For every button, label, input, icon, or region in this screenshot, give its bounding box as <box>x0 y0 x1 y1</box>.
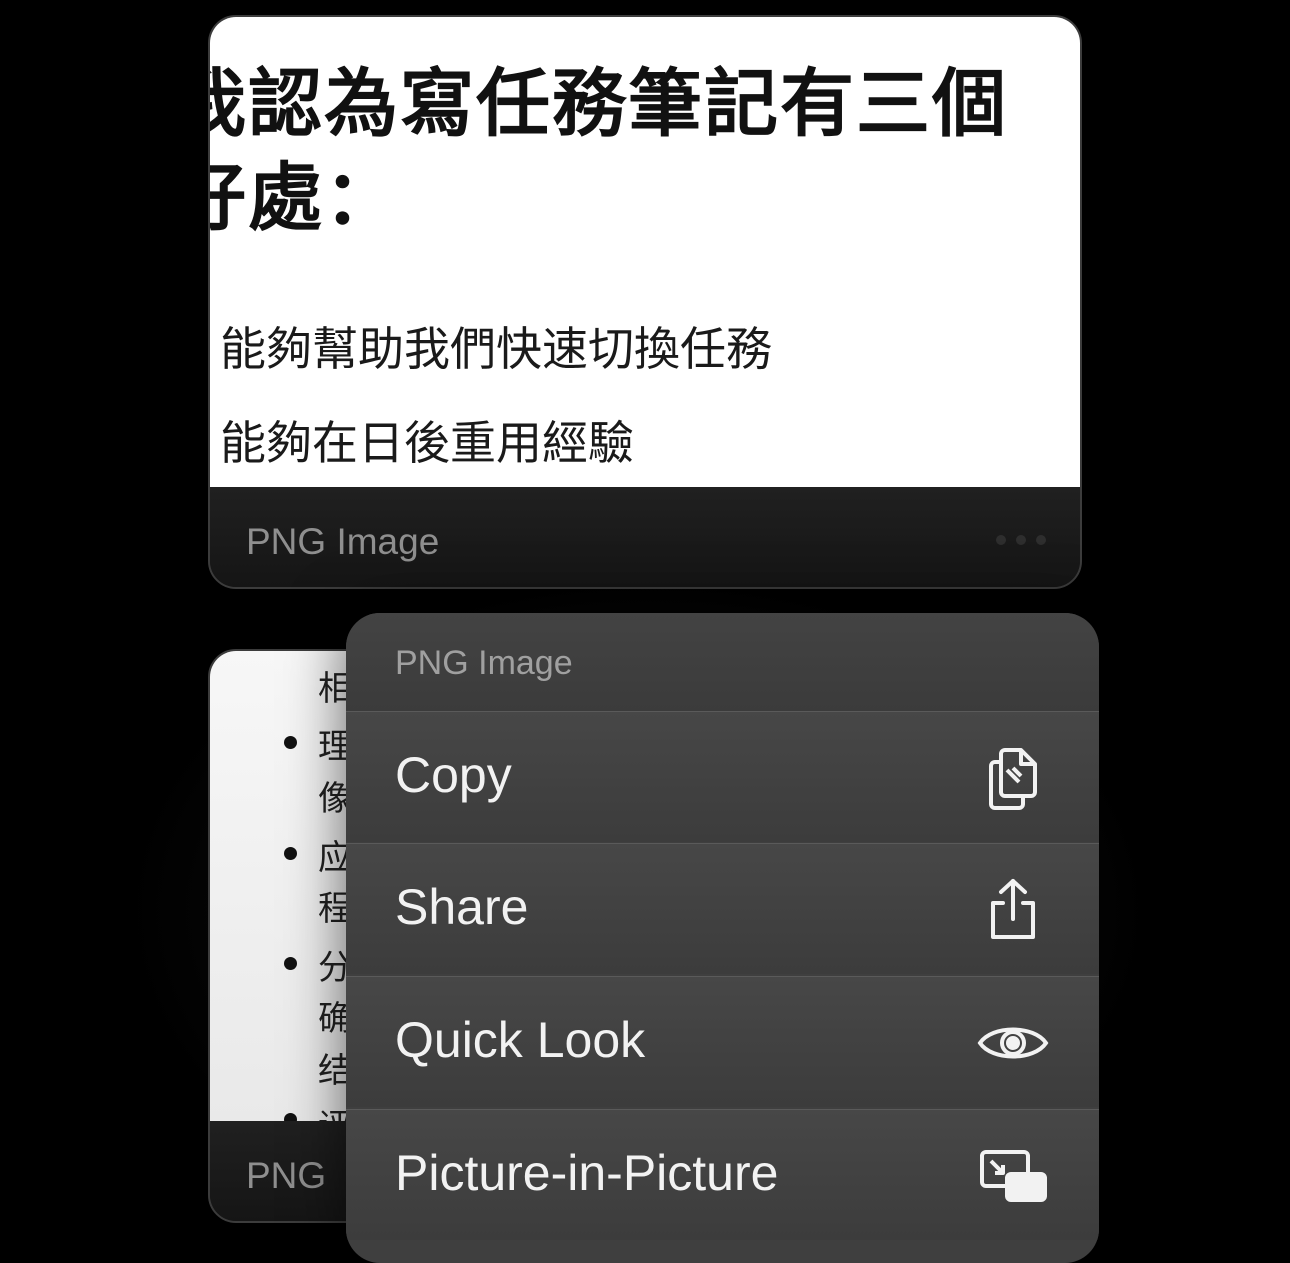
eye-icon <box>975 1005 1051 1081</box>
attachment-footer: PNG Image <box>210 487 1080 587</box>
file-type-label: PNG <box>246 1155 327 1196</box>
menu-item-label: Quick Look <box>395 1012 646 1068</box>
menu-title: PNG Image <box>395 644 573 682</box>
menu-item-picture-in-picture[interactable]: Picture-in-Picture <box>346 1109 1099 1240</box>
attachment-card-1[interactable]: 我認為寫任務筆記有三個 好處： 能夠幫助我們快速切換任務 能夠在日後重用經驗 P… <box>208 15 1082 589</box>
heading-line-1: 我認為寫任務筆記有三個 <box>210 61 1008 147</box>
bullet <box>284 1113 297 1121</box>
heading-line-2: 好處： <box>210 155 400 241</box>
menu-item-quick-look[interactable]: Quick Look <box>346 976 1099 1107</box>
menu-item-label: Copy <box>395 747 512 803</box>
menu-item-label: Picture-in-Picture <box>395 1145 779 1201</box>
image-preview: 我認為寫任務筆記有三個 好處： 能夠幫助我們快速切換任務 能夠在日後重用經驗 <box>210 17 1080 487</box>
bullet <box>284 847 297 860</box>
menu-item-share[interactable]: Share <box>346 843 1099 974</box>
context-menu: PNG Image Copy Share Quick Look Picture-… <box>346 613 1099 1263</box>
menu-header: PNG Image <box>346 613 1099 711</box>
picture-in-picture-icon <box>975 1138 1051 1214</box>
menu-item-copy[interactable]: Copy <box>346 711 1099 842</box>
more-options-icon[interactable] <box>996 535 1046 545</box>
bullet <box>284 736 297 749</box>
menu-item-label: Share <box>395 879 529 935</box>
preview-text-line-2: 能夠在日後重用經驗 <box>220 416 634 470</box>
share-icon <box>975 872 1051 948</box>
file-type-label: PNG Image <box>246 521 440 562</box>
bullet <box>284 957 297 970</box>
copy-icon <box>975 740 1051 816</box>
preview-heading: 我認為寫任務筆記有三個 好處： <box>210 57 1072 245</box>
preview-text-line-1: 能夠幫助我們快速切換任務 <box>220 322 772 376</box>
